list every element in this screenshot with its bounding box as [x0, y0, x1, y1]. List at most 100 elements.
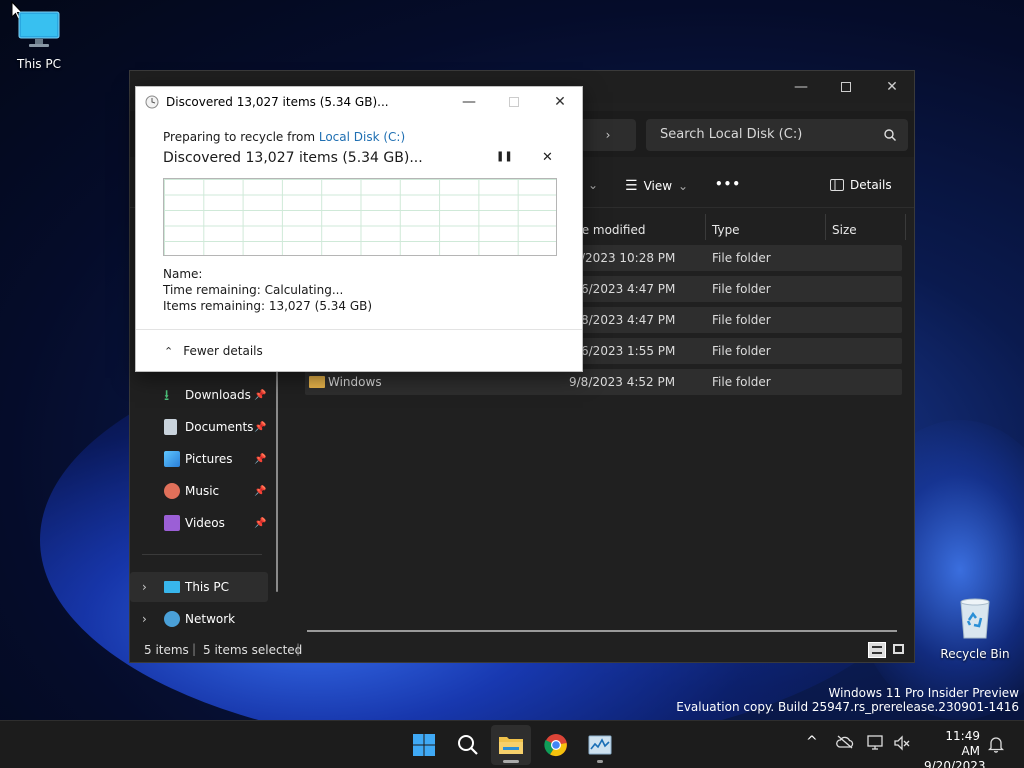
details-pane-icon: [830, 179, 844, 191]
search-icon: [884, 129, 896, 141]
details-label: Details: [850, 178, 892, 192]
fewer-details-button[interactable]: ⌃ Fewer details: [164, 344, 263, 358]
chevron-right-icon: ›: [142, 612, 147, 626]
details-view-icon: [872, 646, 882, 654]
nav-item-network[interactable]: › Network: [130, 604, 268, 634]
start-button[interactable]: [404, 725, 444, 765]
details-view-button[interactable]: [868, 642, 886, 658]
windows-logo-icon: [413, 734, 435, 756]
nav-label-documents: Documents: [185, 420, 254, 434]
pin-icon: 📌: [254, 485, 267, 497]
nav-item-music[interactable]: Music 📌: [130, 476, 268, 506]
chevron-down-icon: ⌄: [588, 178, 599, 192]
minimize-icon: —: [462, 94, 476, 110]
watermark-edition: Windows 11 Pro Insider Preview: [828, 686, 1019, 700]
explorer-minimize-button[interactable]: —: [778, 71, 824, 103]
close-icon: ✕: [542, 150, 553, 165]
nav-divider: [142, 554, 262, 555]
nav-label-downloads: Downloads: [185, 388, 251, 402]
desktop-recycle-bin[interactable]: Recycle Bin: [939, 598, 1011, 661]
column-header-date-modified[interactable]: te modified: [577, 218, 645, 242]
column-header-type[interactable]: Type: [712, 218, 740, 242]
maximize-icon: [841, 82, 851, 92]
fewer-details-label: Fewer details: [183, 344, 263, 358]
row-date: 6/2023 1:55 PM: [581, 344, 676, 358]
pause-button[interactable]: ❚❚: [496, 151, 513, 162]
tiles-view-button[interactable]: [890, 642, 908, 658]
dialog-footer: ⌃ Fewer details: [136, 329, 582, 373]
column-separator: [905, 214, 906, 240]
pin-icon: 📌: [254, 389, 267, 401]
nav-label-pictures: Pictures: [185, 452, 233, 466]
view-button[interactable]: ☰ View ⌄: [625, 178, 688, 194]
nav-item-this-pc[interactable]: › This PC: [130, 572, 268, 602]
more-options-button[interactable]: •••: [715, 177, 741, 191]
dialog-minimize-button[interactable]: —: [446, 87, 492, 117]
nav-item-documents[interactable]: Documents 📌: [130, 412, 268, 442]
desktop-this-pc[interactable]: This PC: [3, 10, 75, 71]
explorer-maximize-button[interactable]: [823, 71, 869, 103]
search-placeholder: Search Local Disk (C:): [660, 127, 803, 142]
file-explorer-taskbar-button[interactable]: [491, 725, 531, 765]
show-hidden-icons-button[interactable]: ^: [806, 734, 818, 750]
download-icon: ⭳: [164, 386, 170, 404]
dialog-close-button[interactable]: ✕: [537, 87, 583, 117]
close-icon: ✕: [554, 94, 566, 110]
task-manager-taskbar-button[interactable]: [580, 725, 620, 765]
build-watermark: Windows 11 Pro Insider Preview Evaluatio…: [676, 686, 1019, 714]
sort-chevron-button[interactable]: ⌄: [588, 178, 598, 192]
this-pc-icon: [164, 581, 180, 593]
maximize-icon: [509, 97, 519, 107]
column-header-size[interactable]: Size: [832, 218, 857, 242]
onedrive-tray-icon[interactable]: [836, 735, 854, 752]
cancel-button[interactable]: ✕: [542, 150, 553, 165]
volume-tray-icon[interactable]: [893, 735, 911, 754]
nav-item-pictures[interactable]: Pictures 📌: [130, 444, 268, 474]
explorer-close-button[interactable]: ✕: [869, 71, 915, 103]
row-date: /2023 10:28 PM: [581, 251, 676, 265]
recycle-progress-dialog: Discovered 13,027 items (5.34 GB)... — ✕…: [135, 86, 583, 372]
pin-icon: 📌: [254, 453, 267, 465]
details-pane-button[interactable]: Details: [830, 178, 892, 192]
search-input[interactable]: Search Local Disk (C:): [646, 119, 908, 151]
source-drive-link[interactable]: Local Disk (C:): [319, 130, 405, 144]
search-icon: [458, 735, 478, 755]
running-indicator: [597, 760, 603, 763]
desktop-recycle-bin-label: Recycle Bin: [940, 647, 1010, 661]
more-icon: •••: [715, 177, 742, 191]
status-selected-count: 5 items selected: [203, 643, 303, 657]
status-divider: |: [296, 642, 301, 656]
nav-item-downloads[interactable]: ⭳ Downloads 📌: [130, 380, 268, 410]
notifications-button[interactable]: [987, 735, 1005, 756]
tiles-view-icon: [893, 644, 904, 654]
pin-icon: 📌: [254, 517, 267, 529]
network-monitor-icon: [867, 735, 883, 750]
breadcrumb-chevron-button[interactable]: ›: [580, 119, 636, 151]
chrome-taskbar-button[interactable]: [536, 725, 576, 765]
horizontal-scrollbar[interactable]: [307, 630, 897, 632]
music-icon: [164, 483, 180, 499]
time-remaining: Time remaining: Calculating...: [163, 283, 344, 297]
clock-time: 11:49 AM: [945, 729, 980, 758]
status-item-count: 5 items: [144, 643, 189, 657]
status-bar: 5 items | 5 items selected |: [130, 637, 914, 663]
row-date: 8/2023 4:47 PM: [581, 313, 676, 327]
row-date: 9/8/2023 4:52 PM: [569, 375, 676, 389]
nav-label-network: Network: [185, 612, 236, 626]
dialog-titlebar: Discovered 13,027 items (5.34 GB)... — ✕: [136, 87, 582, 117]
row-type: File folder: [712, 282, 771, 296]
dialog-maximize-button[interactable]: [491, 87, 537, 117]
search-taskbar-button[interactable]: [448, 725, 488, 765]
preparing-text: Preparing to recycle from: [163, 130, 319, 144]
network-tray-icon[interactable]: [867, 735, 885, 754]
document-icon: [164, 419, 177, 435]
chevron-right-icon: ›: [142, 580, 147, 594]
nav-label-this-pc: This PC: [185, 580, 229, 594]
nav-item-videos[interactable]: Videos 📌: [130, 508, 268, 538]
performance-monitor-icon: [588, 735, 612, 755]
nav-scrollbar[interactable]: [276, 356, 278, 592]
clock-date: 9/20/2023: [924, 759, 986, 768]
minimize-icon: —: [794, 79, 808, 95]
name-label: Name:: [163, 267, 203, 281]
taskbar-clock[interactable]: 11:49 AM 9/20/2023: [924, 729, 986, 768]
